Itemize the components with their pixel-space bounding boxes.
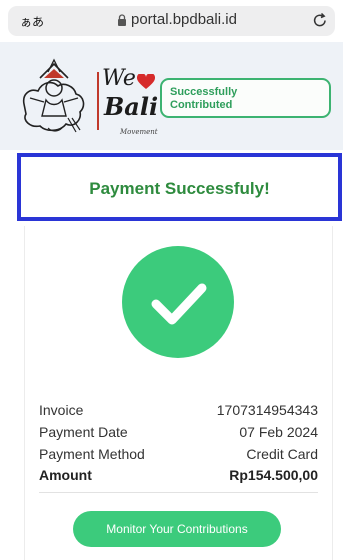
- detail-label: Amount: [39, 467, 92, 483]
- payment-success-banner: Payment Successfuly!: [17, 153, 342, 221]
- monitor-contributions-button[interactable]: Monitor Your Contributions: [73, 511, 281, 547]
- logo-divider: [97, 72, 99, 130]
- detail-label: Invoice: [39, 402, 84, 418]
- detail-label: Payment Date: [39, 424, 128, 440]
- detail-row-invoice: Invoice 1707314954343: [39, 402, 318, 422]
- logo-bali-text: Bali: [104, 92, 159, 121]
- reload-icon[interactable]: [312, 11, 328, 29]
- text-size-button[interactable]: ぁあ: [20, 13, 44, 30]
- logo-we-text: We: [102, 66, 136, 91]
- page-header: We Bali Movement Successfully Contribute…: [0, 42, 343, 150]
- badge-line-2: Contributed: [170, 99, 233, 111]
- status-badge: Successfully Contributed: [160, 78, 331, 118]
- bali-dancer-logo-art: [22, 58, 85, 133]
- detail-value: Rp154.500,00: [229, 467, 318, 483]
- logo-movement-text: Movement: [120, 128, 158, 136]
- browser-address-bar: ぁあ portal.bpdbali.id: [0, 0, 343, 42]
- payment-summary-card: Invoice 1707314954343 Payment Date 07 Fe…: [24, 226, 333, 560]
- url-text[interactable]: portal.bpdbali.id: [131, 11, 237, 28]
- detail-value: 07 Feb 2024: [239, 424, 318, 440]
- detail-row-payment-method: Payment Method Credit Card: [39, 446, 318, 466]
- detail-row-amount: Amount Rp154.500,00: [39, 467, 318, 487]
- page-title: Payment Successfuly!: [89, 179, 270, 198]
- detail-value: 1707314954343: [216, 402, 318, 418]
- detail-label: Payment Method: [39, 446, 145, 462]
- divider: [39, 492, 318, 493]
- badge-line-1: Successfully: [170, 86, 238, 98]
- detail-value: Credit Card: [246, 446, 318, 462]
- lock-icon: [118, 14, 126, 26]
- heart-icon: [137, 74, 155, 89]
- success-check-icon: [122, 246, 234, 358]
- detail-row-payment-date: Payment Date 07 Feb 2024: [39, 424, 318, 444]
